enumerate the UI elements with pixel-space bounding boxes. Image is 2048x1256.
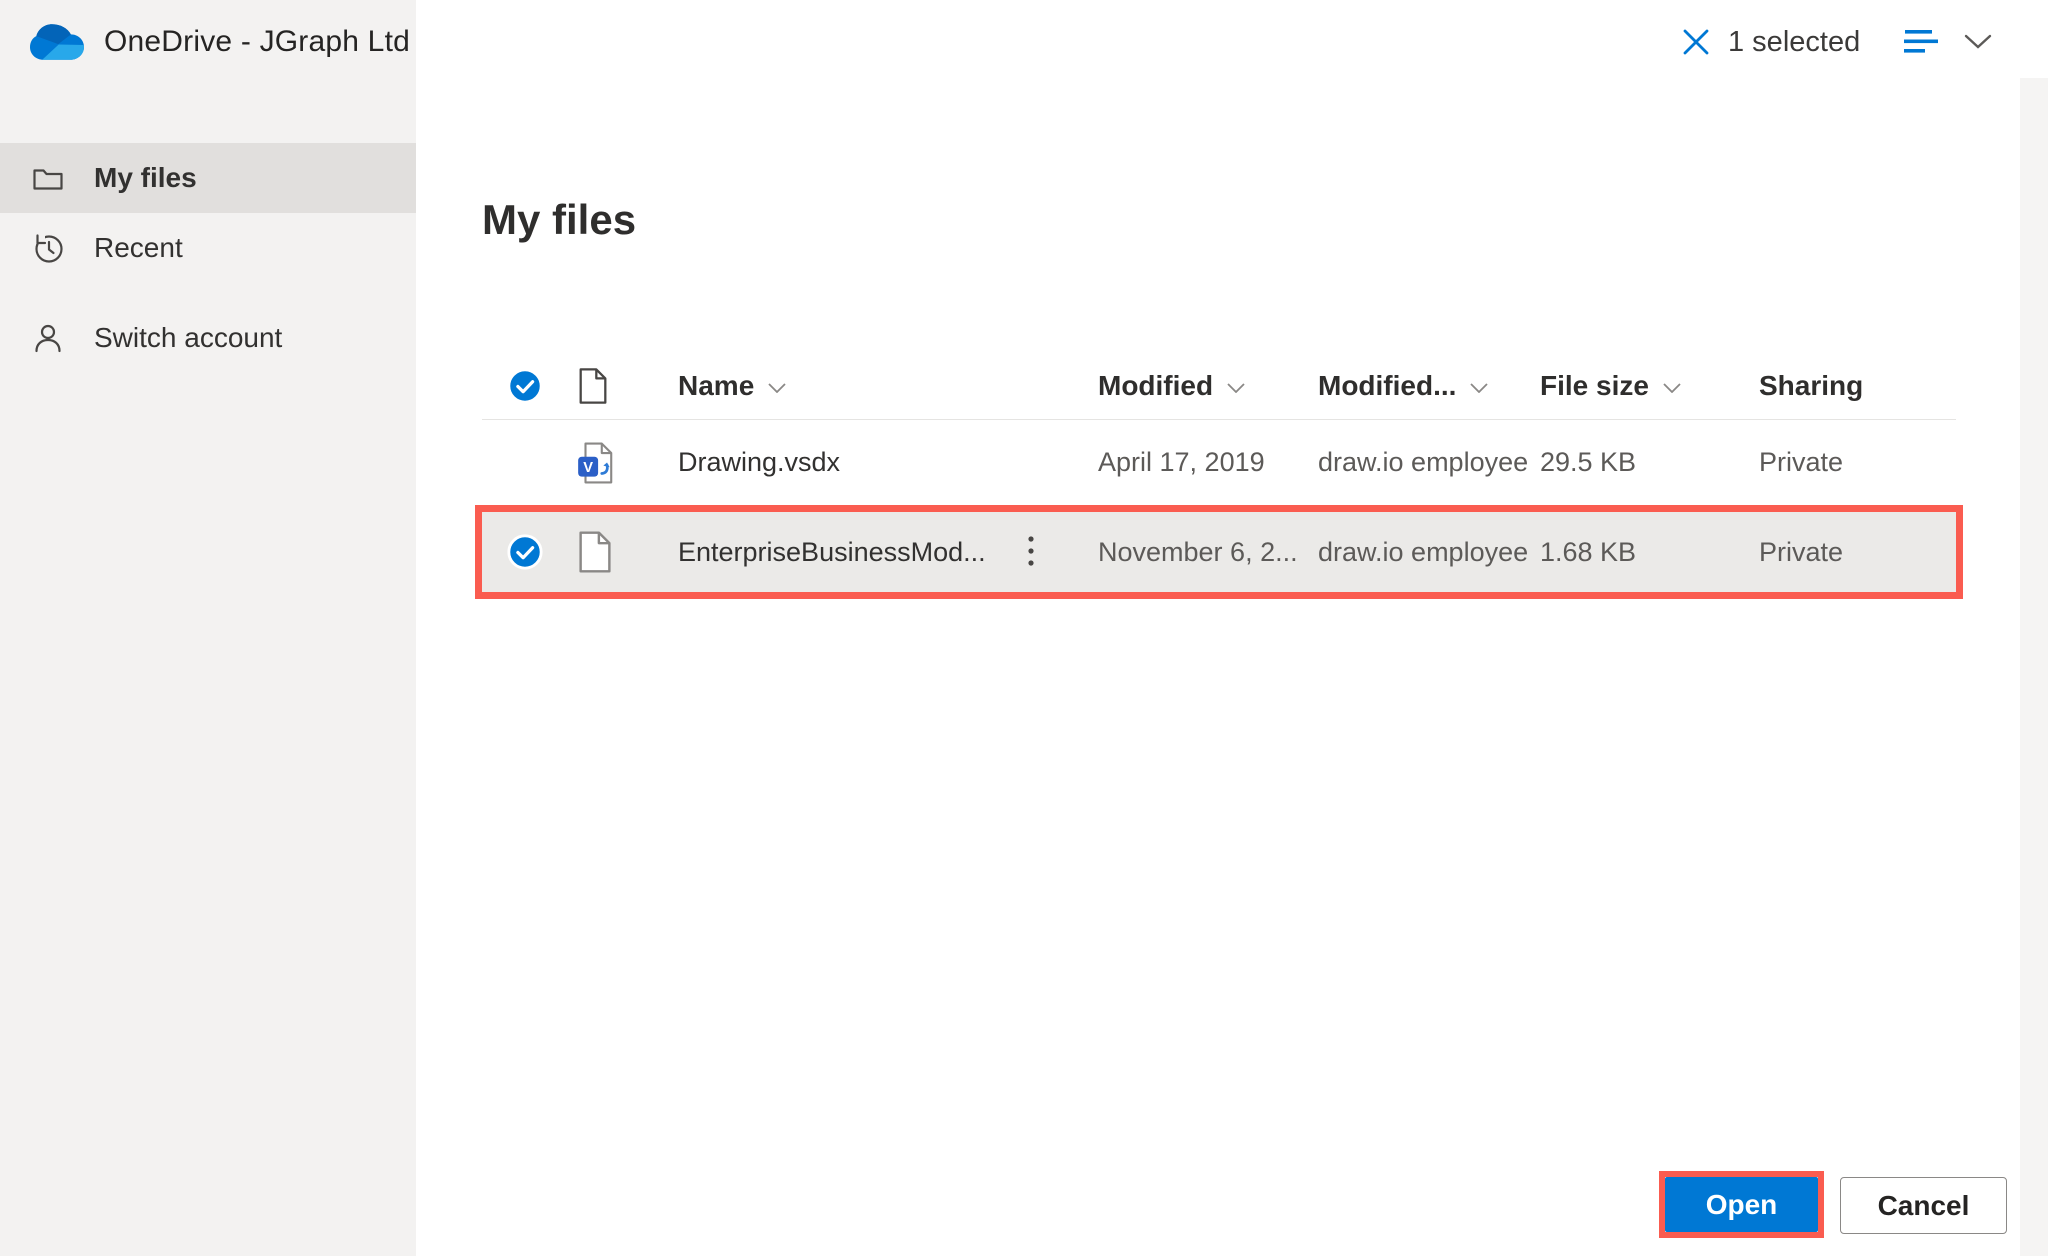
column-header-name[interactable]: Name <box>644 370 1098 402</box>
sidebar-item-label: My files <box>94 162 197 194</box>
selection-count-label: 1 selected <box>1728 26 1860 59</box>
file-sharing: Private <box>1759 537 1956 568</box>
sidebar-item-my-files[interactable]: My files <box>0 143 416 213</box>
sidebar-item-label: Switch account <box>94 322 282 354</box>
file-size: 1.68 KB <box>1540 537 1759 568</box>
files-table: Name Modified Modified... File size Shar… <box>482 353 1956 599</box>
document-icon <box>578 368 608 404</box>
table-header-row: Name Modified Modified... File size Shar… <box>482 353 1956 420</box>
column-header-file-size[interactable]: File size <box>1540 370 1759 402</box>
file-modified: April 17, 2019 <box>1098 447 1318 478</box>
file-name: Drawing.vsdx <box>644 447 1098 478</box>
sort-lines-icon[interactable] <box>1904 29 1940 55</box>
annotation-highlight-open-button: Open <box>1659 1171 1824 1238</box>
onedrive-cloud-icon <box>30 24 84 60</box>
chevron-down-icon <box>768 383 786 393</box>
chevron-down-icon <box>1663 383 1681 393</box>
file-modified-by: draw.io employee <box>1318 447 1540 478</box>
chevron-down-icon <box>1470 383 1488 393</box>
visio-file-icon: V <box>552 442 644 484</box>
onedrive-logo: OneDrive - JGraph Ltd <box>30 24 410 60</box>
checked-circle-icon <box>506 533 544 571</box>
file-type-column-icon[interactable] <box>552 368 644 404</box>
sidebar: OneDrive - JGraph Ltd My files Recent <box>0 0 416 1256</box>
chevron-down-icon[interactable] <box>1964 34 1992 50</box>
file-name: EnterpriseBusinessMod... <box>644 535 1098 569</box>
page-title: My files <box>482 196 636 244</box>
folder-icon <box>32 162 64 194</box>
sidebar-nav: My files Recent Switch account <box>0 143 416 373</box>
sidebar-item-recent[interactable]: Recent <box>0 213 416 283</box>
selection-command-bar: 1 selected <box>1680 16 1992 68</box>
person-icon <box>32 322 64 354</box>
svg-text:V: V <box>583 459 593 475</box>
checked-circle-icon <box>506 367 544 405</box>
chevron-down-icon <box>1227 383 1245 393</box>
column-header-sharing[interactable]: Sharing <box>1759 370 1956 402</box>
document-file-icon <box>552 531 644 573</box>
sidebar-item-switch-account[interactable]: Switch account <box>0 303 416 373</box>
open-button[interactable]: Open <box>1665 1177 1818 1232</box>
file-modified-by: draw.io employee <box>1318 537 1540 568</box>
table-row[interactable]: V Drawing.vsdx April 17, 2019 draw.io em… <box>482 420 1956 505</box>
cancel-button[interactable]: Cancel <box>1840 1177 2007 1234</box>
column-header-modified[interactable]: Modified <box>1098 370 1318 402</box>
more-options-kebab-icon[interactable] <box>1026 535 1036 569</box>
vertical-scrollbar[interactable] <box>2020 78 2048 1256</box>
file-size: 29.5 KB <box>1540 447 1759 478</box>
row-checkbox-checked[interactable] <box>482 533 552 571</box>
file-modified: November 6, 2... <box>1098 537 1318 568</box>
select-all-checkbox[interactable] <box>482 367 552 405</box>
file-sharing: Private <box>1759 447 1956 478</box>
account-title: OneDrive - JGraph Ltd <box>104 25 410 59</box>
sidebar-item-label: Recent <box>94 232 183 264</box>
history-icon <box>32 232 64 264</box>
annotation-highlight-selected-row: EnterpriseBusinessMod... November 6, 2..… <box>475 505 1963 599</box>
column-header-modified-by[interactable]: Modified... <box>1318 370 1540 402</box>
table-row-selected[interactable]: EnterpriseBusinessMod... November 6, 2..… <box>482 512 1956 592</box>
deselect-x-icon[interactable] <box>1680 26 1712 58</box>
